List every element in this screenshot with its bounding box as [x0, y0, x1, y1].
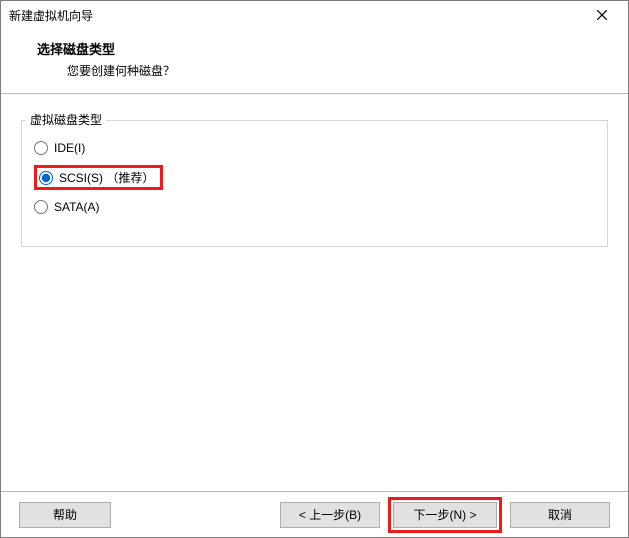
wizard-window: 新建虚拟机向导 选择磁盘类型 您要创建何种磁盘？ 虚拟磁盘类型 IDE(I) S	[0, 0, 629, 538]
close-icon	[597, 10, 607, 20]
window-title: 新建虚拟机向导	[9, 7, 582, 24]
radio-sata-label: SATA(A)	[54, 200, 100, 214]
wizard-header: 选择磁盘类型 您要创建何种磁盘？	[1, 29, 628, 94]
disk-type-group: 虚拟磁盘类型 IDE(I) SCSI(S) （推荐） SATA(A)	[21, 120, 608, 247]
button-bar: 帮助 < 上一步(B) 下一步(N) > 取消	[1, 491, 628, 537]
radio-scsi-input[interactable]	[39, 171, 53, 185]
radio-option-scsi[interactable]: SCSI(S) （推荐）	[39, 169, 154, 186]
radio-option-scsi-row: SCSI(S) （推荐）	[34, 165, 595, 190]
radio-sata-input[interactable]	[34, 200, 48, 214]
header-title: 选择磁盘类型	[37, 39, 608, 58]
next-button[interactable]: 下一步(N) >	[393, 502, 497, 528]
group-legend: 虚拟磁盘类型	[26, 111, 106, 128]
wizard-content: 虚拟磁盘类型 IDE(I) SCSI(S) （推荐） SATA(A)	[1, 94, 628, 491]
titlebar: 新建虚拟机向导	[1, 1, 628, 29]
header-subtitle: 您要创建何种磁盘？	[37, 62, 608, 79]
radio-scsi-label: SCSI(S) （推荐）	[59, 169, 154, 186]
close-button[interactable]	[582, 3, 622, 27]
cancel-button[interactable]: 取消	[510, 502, 610, 528]
highlight-next: 下一步(N) >	[388, 497, 502, 533]
back-button[interactable]: < 上一步(B)	[280, 502, 380, 528]
radio-option-sata[interactable]: SATA(A)	[34, 200, 595, 214]
radio-ide-input[interactable]	[34, 141, 48, 155]
highlight-scsi: SCSI(S) （推荐）	[34, 165, 163, 190]
radio-ide-label: IDE(I)	[54, 141, 85, 155]
radio-option-ide[interactable]: IDE(I)	[34, 141, 595, 155]
help-button[interactable]: 帮助	[19, 502, 111, 528]
